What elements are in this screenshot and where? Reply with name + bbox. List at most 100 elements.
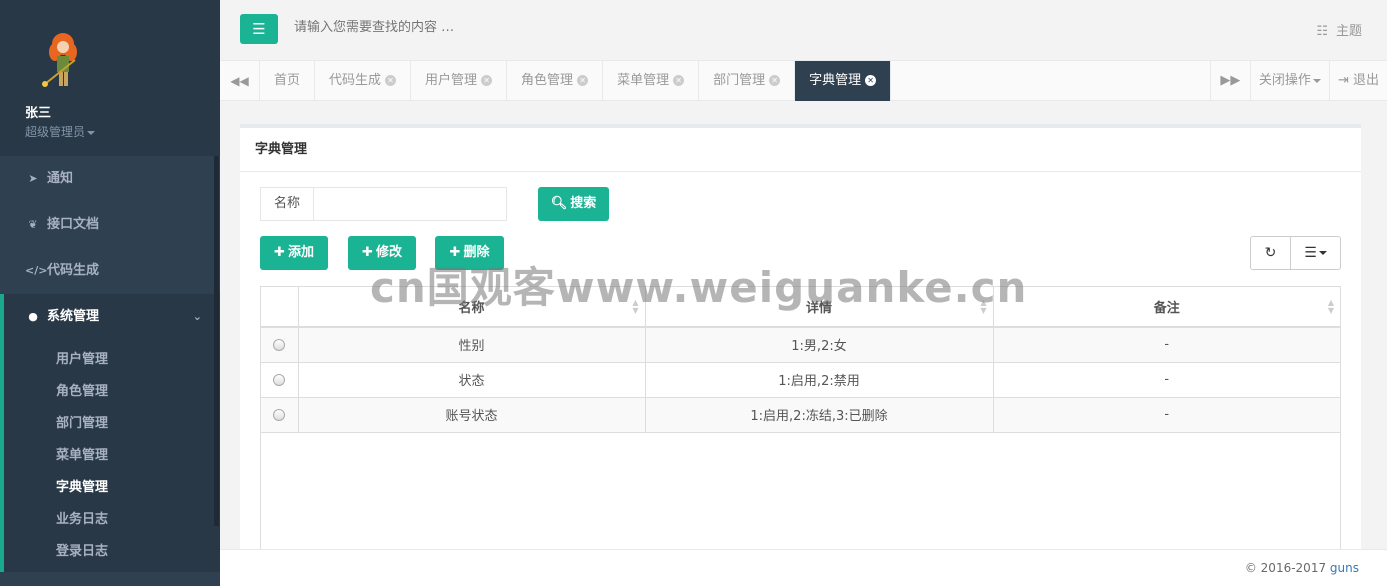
row-select-cell[interactable] (261, 362, 299, 398)
tab-scroll-left-button[interactable]: ◀◀ (220, 61, 260, 101)
plus-icon: ✚ (274, 245, 285, 260)
tab-menu[interactable]: 菜单管理 ✕ (603, 61, 700, 101)
table-toolbar: ↻ ☰ (1250, 236, 1341, 270)
panel-title: 字典管理 (240, 128, 1361, 172)
tab-label: 首页 (274, 73, 301, 88)
close-icon[interactable]: ✕ (481, 75, 493, 86)
header-label: 备注 (1153, 301, 1180, 316)
close-icon[interactable]: ✕ (769, 75, 781, 86)
search-button-label: 搜索 (570, 196, 597, 211)
caret-down-icon (1312, 78, 1321, 83)
submenu-menu[interactable]: 菜单管理 (4, 440, 220, 472)
refresh-button[interactable]: ↻ (1251, 237, 1290, 269)
row-radio[interactable] (273, 338, 286, 351)
sidebar-item-label: 代码生成 (47, 263, 100, 278)
user-role: 超级管理员 (25, 125, 86, 139)
backward-icon: ◀◀ (230, 74, 249, 88)
submenu-oplog[interactable]: 业务日志 (4, 504, 220, 536)
code-icon: </> (25, 264, 48, 277)
sign-out-icon: ⇥ (1337, 73, 1349, 88)
top-search-input[interactable] (294, 20, 694, 35)
sidebar-item-label: 接口文档 (47, 217, 100, 232)
tab-label: 代码生成 (329, 73, 382, 88)
row-radio[interactable] (273, 408, 286, 421)
sidebar-item-label: 通知 (47, 171, 74, 186)
column-header-remark[interactable]: 备注 ▲ ▼ (993, 287, 1340, 328)
tab-codegen[interactable]: 代码生成 ✕ (315, 61, 412, 101)
sidebar-item-api-docs[interactable]: ❦ 接口文档 (0, 202, 220, 248)
logout-button[interactable]: ⇥ 退出 (1328, 61, 1387, 101)
watermark: cn国观客www.weiguanke.cn (370, 263, 1028, 312)
tab-label: 部门管理 (713, 73, 766, 88)
row-radio[interactable] (273, 373, 286, 386)
menu-toggle-button[interactable]: ☰ (240, 14, 278, 44)
dict-panel: 字典管理 名称 🔍︎ 搜索 ✚ 添加 ✚ 修改 ✚ 删除 ↻ ☰ 名称 ▲ ▼ 详情 ▲ ▼ 备… (240, 124, 1361, 576)
dict-table: 名称 ▲ ▼ 详情 ▲ ▼ 备注 ▲ ▼ 性别 1:男,2:女 - 状态 1:启用,2:禁用… (260, 286, 1341, 576)
tab-label: 用户管理 (425, 73, 478, 88)
tab-dept[interactable]: 部门管理 ✕ (699, 61, 796, 101)
add-button-label: 添加 (287, 245, 314, 260)
submenu-dict[interactable]: 字典管理 (4, 472, 220, 504)
sidebar-scrollbar[interactable] (214, 156, 219, 526)
tab-home[interactable]: 首页 (260, 61, 316, 101)
table-cell: - (993, 362, 1340, 398)
table-row[interactable]: 状态 1:启用,2:禁用 - (261, 362, 1340, 398)
tab-right-controls: ▶▶ 关闭操作 ⇥ 退出 (1209, 61, 1387, 101)
close-ops-label: 关闭操作 (1258, 73, 1311, 88)
table-row[interactable]: 性别 1:男,2:女 - (261, 327, 1340, 363)
close-icon[interactable]: ✕ (865, 75, 877, 86)
chevron-down-icon: ⌄ (192, 310, 202, 323)
logout-label: 退出 (1352, 73, 1379, 88)
tab-dict[interactable]: 字典管理 ✕ (795, 61, 892, 101)
row-select-cell[interactable] (261, 327, 299, 363)
system-submenu: 用户管理 角色管理 部门管理 菜单管理 字典管理 业务日志 登录日志 (0, 340, 220, 572)
close-icon[interactable]: ✕ (577, 75, 589, 86)
copyright: © 2016-2017 (1244, 561, 1330, 575)
sidebar-item-system[interactable]: ● 系统管理 ⌄ (0, 294, 220, 340)
row-select-cell[interactable] (261, 397, 299, 433)
submenu-dept[interactable]: 部门管理 (4, 408, 220, 440)
user-icon: ● (28, 310, 38, 323)
submenu-user[interactable]: 用户管理 (4, 344, 220, 376)
hamburger-icon: ☰ (252, 20, 266, 38)
add-button[interactable]: ✚ 添加 (260, 236, 328, 270)
leaf-icon: ❦ (28, 218, 38, 231)
avatar[interactable] (35, 30, 91, 94)
sort-icon: ▲ ▼ (1327, 298, 1334, 315)
submenu-role[interactable]: 角色管理 (4, 376, 220, 408)
columns-dropdown[interactable]: ☰ (1290, 237, 1340, 269)
tab-scroll-right-button[interactable]: ▶▶ (1209, 61, 1250, 101)
brand-link[interactable]: guns (1330, 561, 1359, 575)
submenu-loginlog[interactable]: 登录日志 (4, 536, 220, 568)
tab-label: 菜单管理 (617, 73, 670, 88)
tab-label: 角色管理 (521, 73, 574, 88)
theme-label: 主题 (1335, 24, 1362, 39)
refresh-icon: ↻ (1264, 245, 1277, 261)
close-icon[interactable]: ✕ (673, 75, 685, 86)
table-cell: 1:启用,2:禁用 (645, 362, 994, 398)
list-icon: ☰ (1304, 245, 1317, 261)
user-role-dropdown[interactable]: 超级管理员 (25, 123, 195, 140)
rocket-icon: ➤ (28, 172, 38, 185)
name-field-label: 名称 (260, 187, 314, 221)
name-search-group: 名称 (260, 187, 507, 221)
theme-button[interactable]: ☷ 主题 (1316, 20, 1362, 39)
sidebar-item-codegen[interactable]: </>代码生成 (0, 248, 220, 294)
search-button[interactable]: 🔍︎ 搜索 (538, 187, 609, 221)
sidebar-item-label: 系统管理 (47, 309, 100, 324)
close-icon[interactable]: ✕ (385, 75, 397, 86)
table-row[interactable]: 账号状态 1:启用,2:冻结,3:已删除 - (261, 397, 1340, 433)
sidebar: 张三 超级管理员 ➤ 通知 ❦ 接口文档 </>代码生成 ● 系统管理 ⌄ 用户管理 … (0, 0, 220, 586)
table-cell: - (993, 327, 1340, 363)
tab-user[interactable]: 用户管理 ✕ (411, 61, 508, 101)
close-ops-dropdown[interactable]: 关闭操作 (1249, 61, 1329, 101)
caret-down-icon (1318, 251, 1327, 255)
sidebar-item-notice[interactable]: ➤ 通知 (0, 156, 220, 202)
tab-label: 字典管理 (809, 73, 862, 88)
table-cell: 账号状态 (298, 397, 646, 433)
forward-icon: ▶▶ (1220, 73, 1241, 88)
name-search-input[interactable] (314, 187, 507, 221)
table-cell: 性别 (298, 327, 646, 363)
tab-role[interactable]: 角色管理 ✕ (507, 61, 604, 101)
tab-bar: ◀◀ 首页 代码生成 ✕ 用户管理 ✕ 角色管理 ✕ 菜单管理 ✕ 部门管理 ✕ 字典管理… (220, 61, 1387, 101)
